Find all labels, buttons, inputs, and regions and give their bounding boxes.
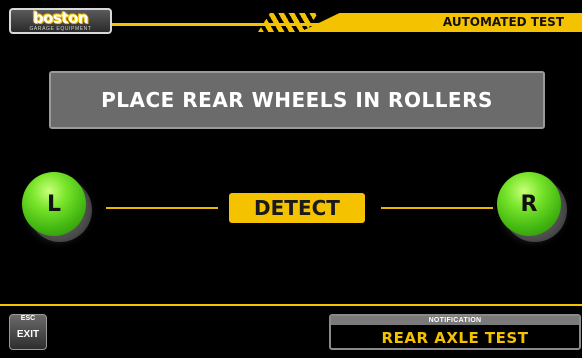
automated-test-screen: AUTOMATED TEST boston GARAGE EQUIPMENT P… bbox=[0, 0, 582, 358]
instruction-text: PLACE REAR WHEELS IN ROLLERS bbox=[101, 88, 493, 112]
notification-panel: NOTIFICATION REAR AXLE TEST bbox=[329, 314, 581, 350]
page-title: AUTOMATED TEST bbox=[442, 15, 564, 29]
logo-wordmark: boston bbox=[32, 8, 89, 27]
left-wheel-label: L bbox=[46, 191, 62, 217]
right-connector-line bbox=[381, 207, 493, 209]
detect-status-badge: DETECT bbox=[229, 193, 365, 223]
esc-shortcut-label: ESC bbox=[20, 314, 36, 322]
brand-logo: boston GARAGE EQUIPMENT bbox=[9, 8, 112, 34]
right-wheel-indicator: R bbox=[497, 172, 561, 236]
right-wheel-label: R bbox=[520, 191, 538, 217]
exit-label: EXIT bbox=[16, 328, 40, 340]
notification-message: REAR AXLE TEST bbox=[381, 329, 529, 347]
instruction-banner: PLACE REAR WHEELS IN ROLLERS bbox=[49, 71, 545, 129]
left-wheel-indicator: L bbox=[22, 172, 86, 236]
notification-header: NOTIFICATION bbox=[331, 316, 579, 325]
detect-status-text: DETECT bbox=[254, 196, 340, 220]
left-connector-line bbox=[106, 207, 218, 209]
footer-divider bbox=[0, 304, 582, 306]
logo-tagline: GARAGE EQUIPMENT bbox=[29, 25, 92, 32]
notification-label: NOTIFICATION bbox=[428, 317, 482, 324]
exit-button[interactable]: ESC EXIT bbox=[9, 314, 47, 350]
header: AUTOMATED TEST boston GARAGE EQUIPMENT bbox=[0, 0, 582, 44]
